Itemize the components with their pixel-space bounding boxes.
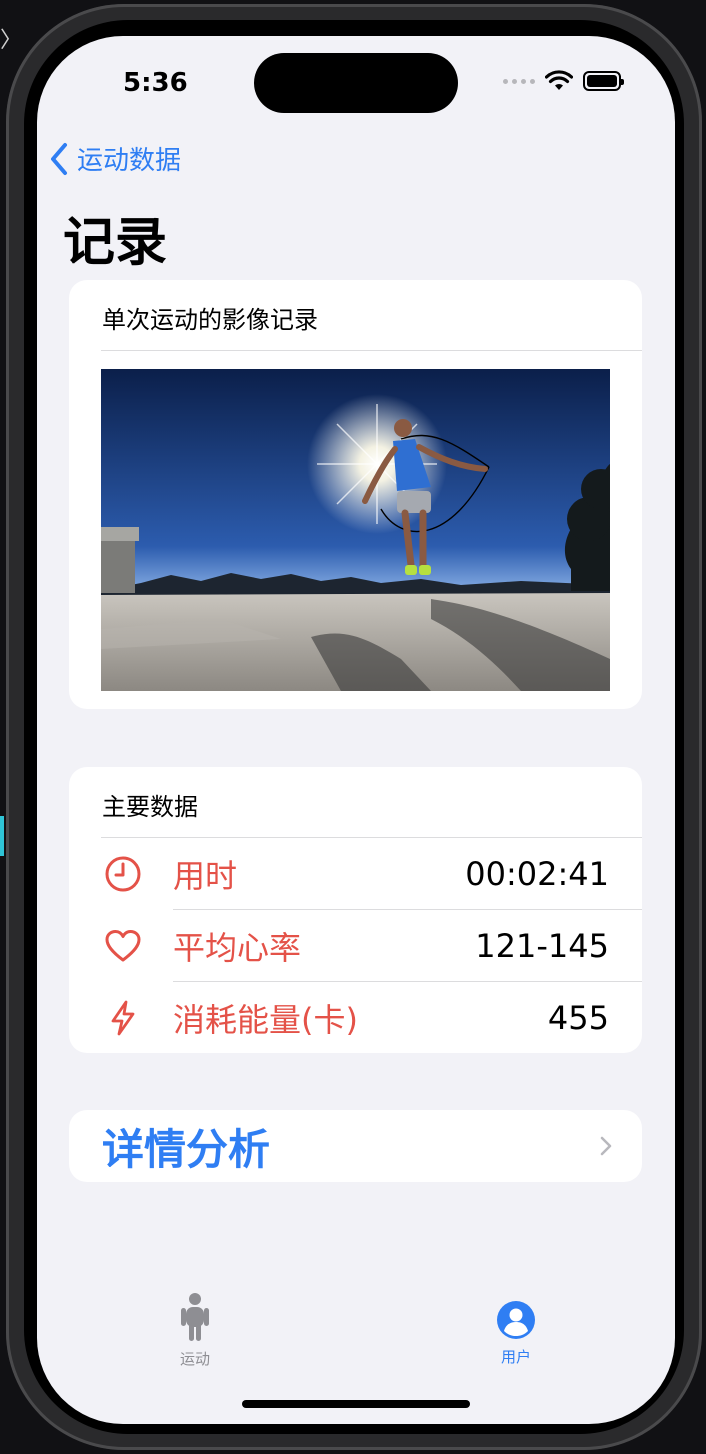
divider <box>101 350 642 351</box>
heart-icon <box>103 926 143 966</box>
chevron-right-icon <box>600 1136 612 1156</box>
metric-label: 消耗能量(卡) <box>173 1000 358 1039</box>
metric-value: 00:02:41 <box>465 854 609 893</box>
metric-value: 455 <box>547 998 609 1037</box>
status-time: 5:36 <box>123 68 188 98</box>
metric-label: 平均心率 <box>173 928 302 967</box>
main-data-card: 主要数据 用时 00:02:41 平均心率 121-145 消耗能量(卡) 45… <box>69 767 642 1053</box>
bolt-icon <box>103 998 143 1038</box>
metric-row-duration: 用时 00:02:41 <box>69 838 642 909</box>
status-icons <box>503 70 624 92</box>
photo-card-header: 单次运动的影像记录 <box>102 306 318 334</box>
tab-user[interactable]: 用户 <box>456 1292 576 1367</box>
metric-row-energy: 消耗能量(卡) 455 <box>69 982 642 1053</box>
cellular-icon <box>503 78 535 84</box>
tab-exercise[interactable]: 运动 <box>135 1292 255 1369</box>
phone-screen: 5:36 运动数据 记录 单次运动的影像记录 主要数据 用时 00:02:41 … <box>37 36 675 1424</box>
home-indicator[interactable] <box>242 1400 470 1408</box>
detail-analysis-label: 详情分析 <box>102 1124 271 1174</box>
exercise-photo[interactable] <box>101 369 610 691</box>
clock-icon <box>103 854 143 894</box>
figure-icon <box>181 1293 209 1341</box>
tab-label: 用户 <box>500 1348 531 1366</box>
tab-label: 运动 <box>179 1350 210 1368</box>
page-title: 记录 <box>63 213 168 273</box>
photo-record-card: 单次运动的影像记录 <box>69 280 642 709</box>
person-circle-icon <box>497 1301 535 1339</box>
ide-gutter-marker <box>0 816 4 856</box>
back-button[interactable]: 运动数据 <box>49 140 181 177</box>
chevron-left-icon <box>51 142 67 175</box>
ide-breadcrumb-fragment: 〉 <box>0 28 23 53</box>
metric-label: 用时 <box>173 856 238 895</box>
main-card-header: 主要数据 <box>102 793 198 821</box>
metric-value: 121-145 <box>475 926 609 965</box>
wifi-icon <box>545 70 573 90</box>
metric-row-heart-rate: 平均心率 121-145 <box>69 910 642 981</box>
dynamic-island <box>254 53 458 113</box>
detail-analysis-button[interactable]: 详情分析 <box>69 1110 642 1182</box>
tab-bar: 运动 用户 <box>37 1276 675 1376</box>
back-button-label: 运动数据 <box>77 146 182 176</box>
battery-icon <box>583 71 624 91</box>
